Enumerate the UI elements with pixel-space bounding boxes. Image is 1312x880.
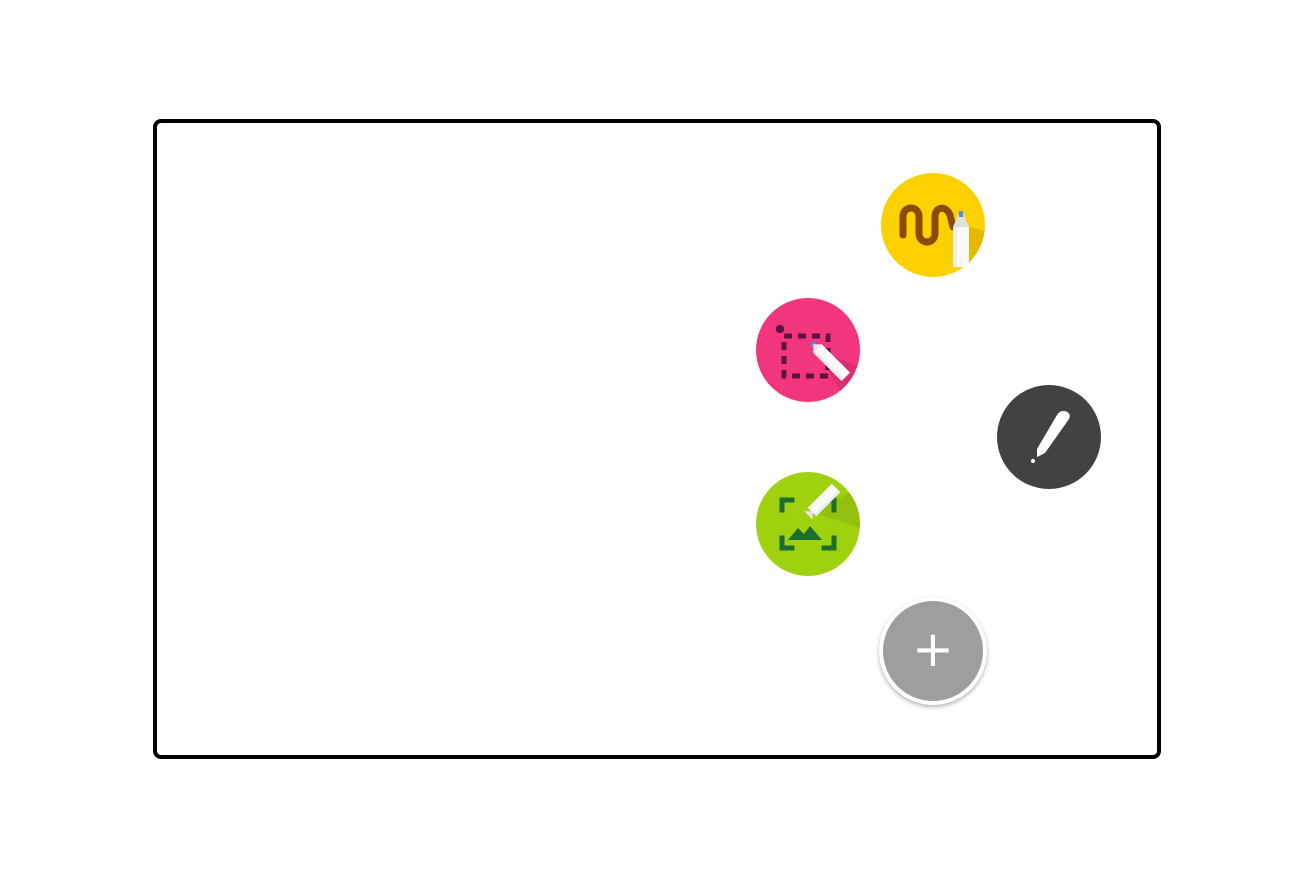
plus-icon: + — [912, 620, 954, 678]
pen-icon — [1031, 411, 1070, 463]
add-button-face: + — [883, 601, 983, 701]
pen-button[interactable] — [997, 385, 1101, 489]
image-capture-pen-icon — [779, 483, 860, 551]
add-button[interactable]: + — [879, 597, 987, 705]
annotate-image-button[interactable] — [756, 472, 860, 576]
sketch-button[interactable] — [881, 173, 985, 277]
crop-snip-pen-icon — [776, 325, 860, 402]
tablet-screen: + — [153, 119, 1161, 759]
squiggle-pen-icon — [899, 204, 985, 277]
screen-snip-button[interactable] — [756, 298, 860, 402]
